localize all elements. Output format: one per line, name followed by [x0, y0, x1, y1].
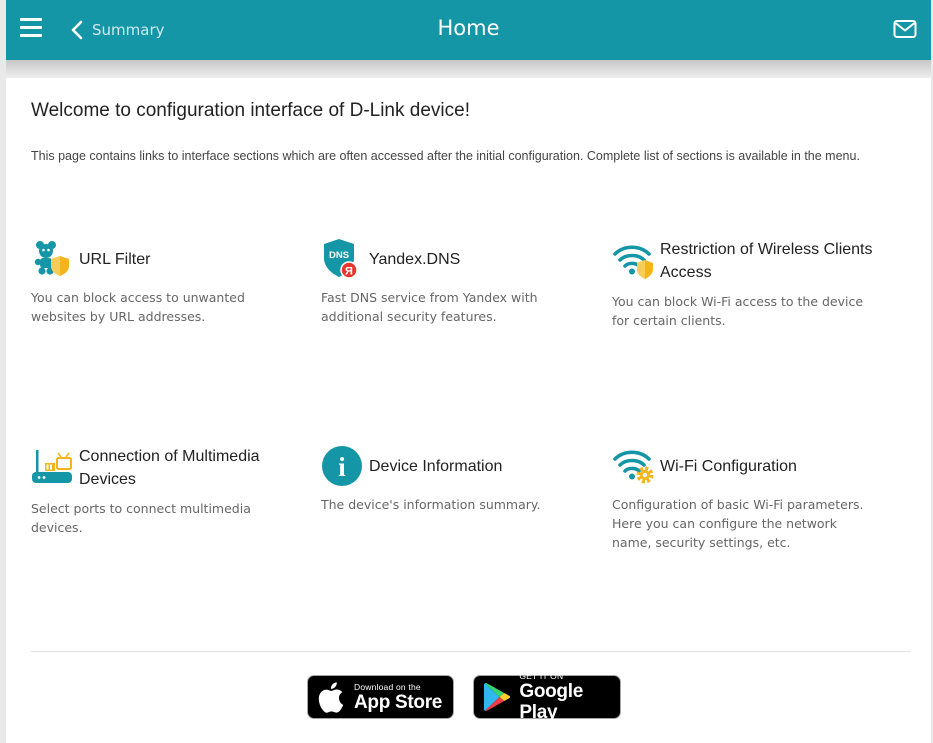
wifi-config-link[interactable]: Wi-Fi Configuration [612, 445, 877, 487]
yandex-dns-link[interactable]: DNS Я Yandex.DNS [321, 238, 586, 280]
page-title: Home [437, 16, 500, 40]
wifi-gear-icon [612, 445, 654, 487]
wifi-config-text: Configuration of basic Wi-Fi parameters.… [612, 497, 864, 550]
app-frame: Summary Home Welcome to configuration in… [6, 0, 931, 743]
welcome-heading: Welcome to configuration interface of D-… [31, 100, 470, 121]
multimedia-icon [31, 447, 73, 489]
info-icon: i [321, 445, 363, 487]
google-play-icon [483, 683, 511, 711]
multimedia-link[interactable]: Connection of Multimedia Devices [31, 445, 296, 491]
tile-device-info: i Device Information The device's inform… [321, 445, 586, 514]
wireless-restriction-link[interactable]: Restriction of Wireless Clients Access [612, 238, 877, 284]
tile-multimedia: Connection of Multimedia Devices Select … [31, 445, 296, 537]
yandex-badge-label: Я [345, 266, 353, 278]
google-play-small-text: GET IT ON [519, 671, 564, 681]
wifi-config-title: Wi-Fi Configuration [660, 457, 797, 475]
tile-yandex-dns: DNS Я Yandex.DNS Fast DNS service from Y… [321, 238, 586, 326]
tile-url-filter: URL Filter You can block access to unwan… [31, 238, 296, 326]
tile-wifi-config: Wi-Fi Configuration Configuration of bas… [612, 445, 877, 552]
yandex-dns-text: Fast DNS service from Yandex with additi… [321, 290, 538, 324]
url-filter-text: You can block access to unwanted website… [31, 290, 245, 324]
device-info-text: The device's information summary. [321, 497, 541, 512]
app-store-big-text: App Store [354, 691, 443, 713]
wireless-restriction-title: Restriction of Wireless Clients Access [660, 241, 873, 281]
welcome-description: This page contains links to interface se… [31, 149, 860, 163]
google-play-button[interactable]: GET IT ON Google Play [473, 671, 621, 723]
dns-label: DNS [329, 250, 349, 261]
tile-wireless-restriction: Restriction of Wireless Clients Access Y… [612, 238, 877, 330]
wireless-restriction-text: You can block Wi-Fi access to the device… [612, 294, 864, 328]
app-store-small-text: Download on the [354, 681, 421, 692]
wifi-shield-icon [612, 240, 654, 282]
top-bar: Summary Home [6, 0, 931, 60]
yandex-dns-icon: DNS Я [321, 238, 363, 280]
apple-icon [318, 682, 344, 713]
google-play-big-text: Google Play [519, 681, 583, 723]
app-store-button[interactable]: Download on the App Store [307, 675, 454, 719]
mail-icon[interactable] [893, 19, 917, 39]
top-bar-shadow [6, 60, 931, 78]
url-filter-title: URL Filter [79, 250, 151, 268]
multimedia-title: Connection of Multimedia Devices [79, 448, 260, 488]
url-filter-icon [31, 238, 73, 280]
footer-divider [31, 651, 911, 652]
device-info-link[interactable]: i Device Information [321, 445, 586, 487]
multimedia-text: Select ports to connect multimedia devic… [31, 501, 251, 535]
info-icon-letter: i [338, 452, 346, 482]
yandex-dns-title: Yandex.DNS [369, 250, 461, 268]
device-info-title: Device Information [369, 457, 503, 475]
url-filter-link[interactable]: URL Filter [31, 238, 296, 280]
